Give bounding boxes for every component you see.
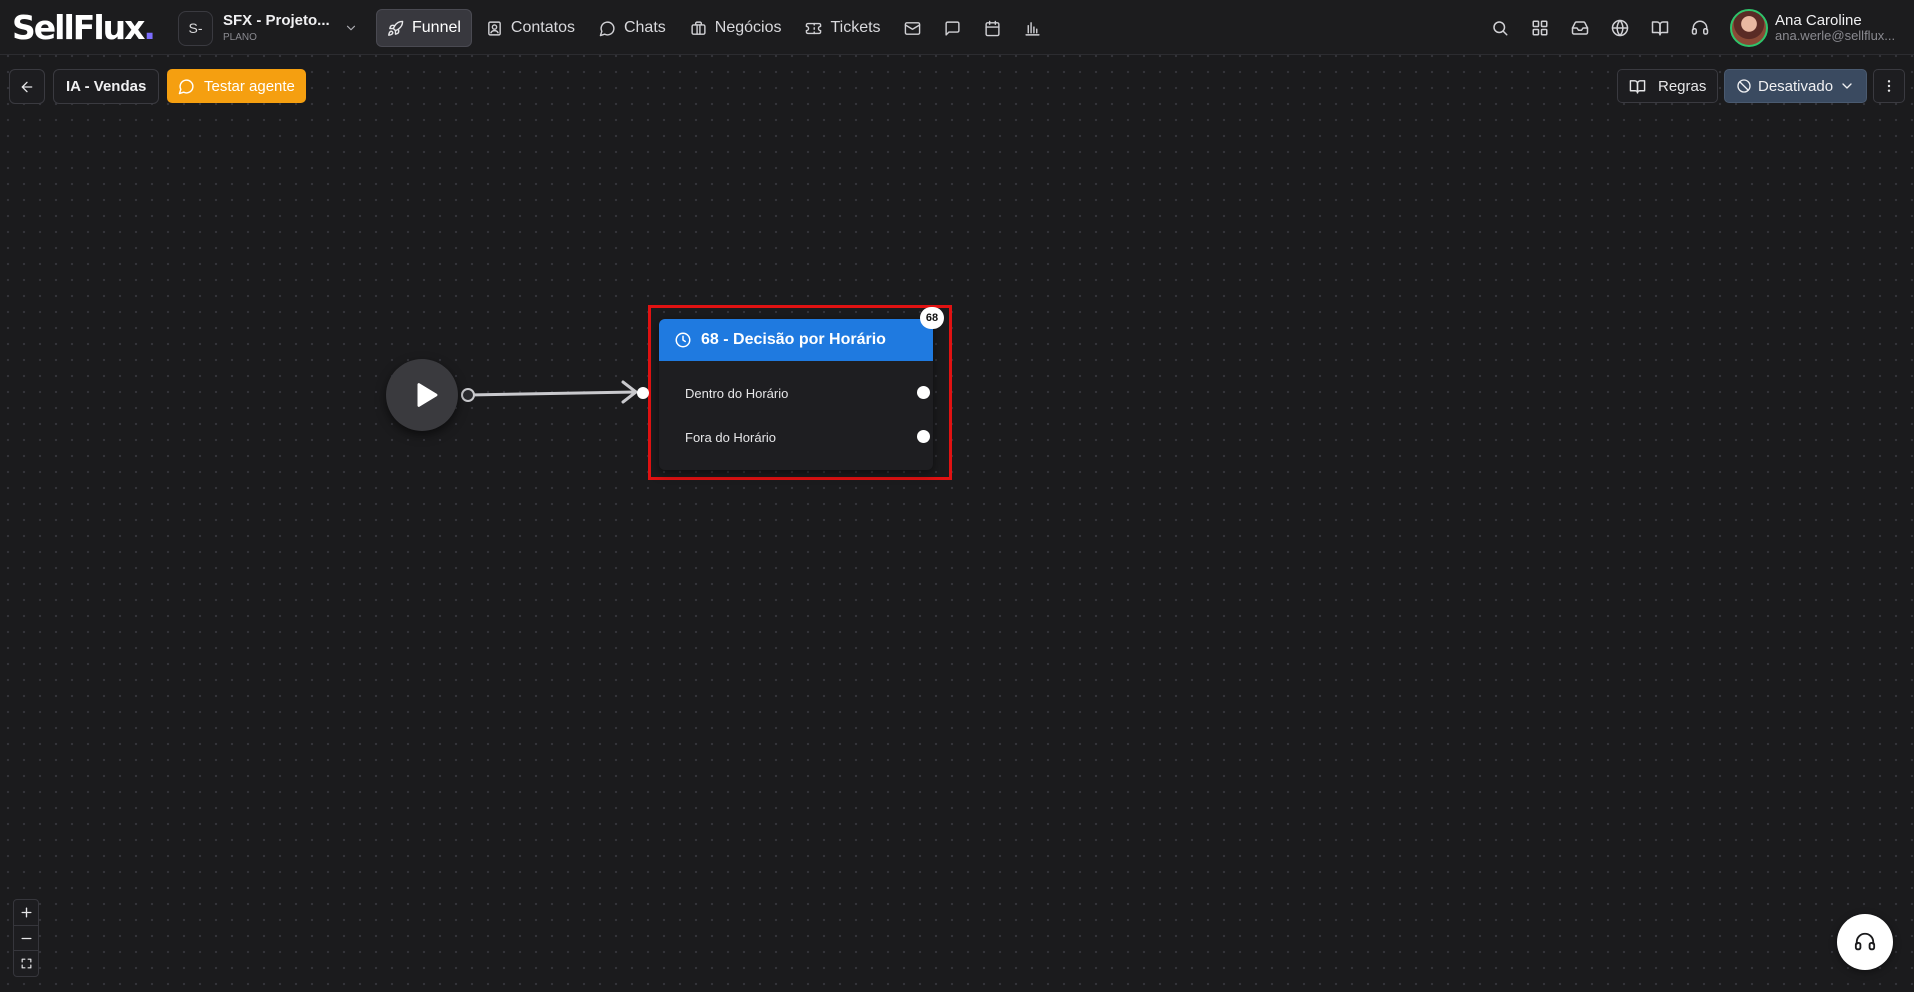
fullscreen-icon	[21, 958, 31, 969]
start-node[interactable]	[386, 359, 458, 431]
user-email: ana.werle@sellflux...	[1775, 28, 1896, 44]
zoom-out-button[interactable]	[14, 926, 38, 952]
sellflux-logo[interactable]: SellFlux.	[12, 8, 156, 47]
headset-icon	[1854, 932, 1876, 951]
ban-icon	[1737, 79, 1751, 93]
fit-view-button[interactable]	[14, 951, 38, 976]
test-agent-button[interactable]: Testar agente	[167, 69, 306, 103]
nav-label-chats: Chats	[623, 19, 666, 36]
project-avatar: S-	[178, 10, 213, 46]
chat-bubble-icon	[178, 78, 194, 94]
nav-item-chats[interactable]: Chats	[589, 9, 676, 47]
user-menu[interactable]: Ana Caroline ana.werle@sellflux...	[1730, 8, 1895, 48]
nav-label-tickets: Tickets	[830, 19, 881, 36]
edge-line	[467, 390, 637, 397]
nav-label-negocios: Negócios	[714, 19, 782, 36]
node-title: 68 - Decisão por Horário	[701, 331, 886, 348]
test-agent-label: Testar agente	[204, 77, 295, 95]
node-header[interactable]: 68 - Decisão por Horário	[659, 319, 933, 361]
message-square-icon	[945, 20, 960, 36]
edge-arrowhead	[621, 380, 638, 404]
status-label: Desativado	[1758, 77, 1834, 95]
user-name: Ana Caroline	[1775, 11, 1862, 29]
nav-item-tickets[interactable]: Tickets	[795, 9, 890, 47]
edge-source-handle	[461, 388, 475, 402]
user-avatar	[1730, 9, 1768, 47]
back-button[interactable]	[9, 69, 45, 104]
node-input-handle[interactable]	[637, 387, 649, 399]
more-options-button[interactable]	[1873, 69, 1905, 103]
language-button[interactable]	[1600, 9, 1640, 47]
search-button[interactable]	[1480, 9, 1520, 47]
docs-button[interactable]	[1640, 9, 1680, 47]
time-decision-node[interactable]: 68 - Decisão por Horário Dentro do Horár…	[659, 319, 933, 470]
chat-bubble-icon	[599, 20, 615, 36]
clock-icon	[675, 332, 691, 348]
support-chat-button[interactable]	[1837, 914, 1893, 970]
nav-item-negocios[interactable]: Negócios	[680, 9, 792, 47]
contacts-icon	[488, 20, 501, 36]
zoom-in-button[interactable]	[14, 900, 38, 926]
nav-email-button[interactable]	[895, 9, 931, 47]
rules-label: Regras	[1658, 77, 1707, 95]
bar-chart-icon	[1025, 21, 1040, 36]
node-id-badge: 68	[920, 307, 944, 329]
support-button[interactable]	[1680, 9, 1720, 47]
apps-button[interactable]	[1520, 9, 1560, 47]
inbox-button[interactable]	[1560, 9, 1600, 47]
ticket-icon	[806, 22, 822, 34]
nav-label-contatos: Contatos	[510, 19, 575, 36]
play-icon	[417, 383, 437, 407]
search-icon	[1493, 21, 1508, 36]
node-output-label-outside-hours: Fora do Horário	[685, 429, 777, 445]
project-name: SFX - Projeto...	[223, 12, 330, 30]
flow-edge	[461, 380, 638, 404]
rocket-icon	[388, 20, 404, 36]
top-navigation-bar: SellFlux. S- SFX - Projeto... PLANO Funn…	[0, 0, 1914, 55]
headset-icon	[1691, 20, 1709, 35]
book-open-icon	[1629, 79, 1646, 94]
node-output-handle-inside-hours[interactable]	[917, 386, 930, 399]
agent-name-label: IA - Vendas	[53, 69, 160, 104]
minus-icon	[20, 937, 32, 939]
zoom-controls	[13, 899, 39, 977]
chevron-down-icon	[346, 25, 355, 31]
more-vertical-icon	[1887, 80, 1891, 92]
nav-label-funnel: Funnel	[412, 19, 461, 36]
nav-messages-button[interactable]	[935, 9, 971, 47]
inbox-icon	[1571, 21, 1589, 35]
status-dropdown[interactable]: Desativado	[1724, 69, 1868, 103]
header-actions	[1480, 9, 1720, 47]
node-output-handle-outside-hours[interactable]	[917, 430, 930, 443]
globe-icon	[1611, 19, 1629, 37]
briefcase-icon	[691, 20, 706, 35]
mail-icon	[904, 21, 921, 35]
nav-item-funnel[interactable]: Funnel	[376, 9, 472, 47]
calendar-icon	[985, 20, 1000, 36]
nav-calendar-button[interactable]	[975, 9, 1011, 47]
main-nav: Funnel Contatos Chats Negócios Tickets	[376, 9, 1051, 47]
nav-item-contatos[interactable]: Contatos	[476, 9, 585, 47]
apps-grid-icon	[1532, 20, 1548, 36]
nav-reports-button[interactable]	[1015, 9, 1051, 47]
arrow-left-icon	[21, 81, 33, 92]
chevron-down-icon	[1842, 83, 1852, 89]
project-selector[interactable]: S- SFX - Projeto... PLANO	[178, 10, 358, 46]
book-open-icon	[1651, 21, 1669, 36]
project-plan: PLANO	[223, 31, 257, 43]
rules-button[interactable]: Regras	[1617, 69, 1719, 103]
plus-icon	[20, 907, 32, 918]
node-output-label-inside-hours: Dentro do Horário	[685, 385, 789, 401]
